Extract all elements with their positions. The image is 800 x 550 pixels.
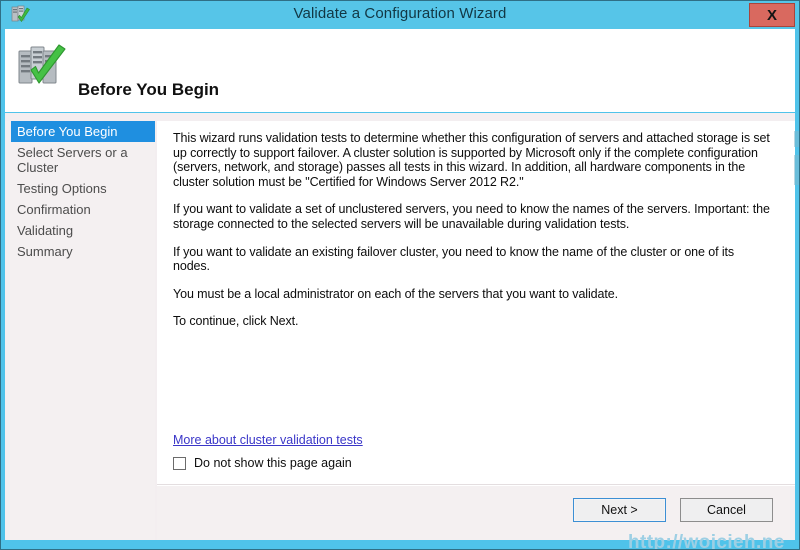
do-not-show-again-row: Do not show this page again [173, 456, 352, 470]
content-text-block: This wizard runs validation tests to det… [173, 131, 773, 342]
sidebar-item-before-you-begin[interactable]: Before You Begin [11, 121, 155, 142]
validate-configuration-wizard-window: Validate a Configuration Wizard X Before… [0, 0, 800, 550]
sidebar-item-testing-options[interactable]: Testing Options [5, 178, 155, 199]
sidebar-item-select-servers-or-cluster[interactable]: Select Servers or a Cluster [5, 142, 155, 178]
cancel-button[interactable]: Cancel [680, 498, 773, 522]
intro-paragraph: This wizard runs validation tests to det… [173, 131, 770, 189]
scrollbar-nub-upper[interactable] [794, 131, 799, 147]
administrator-paragraph: You must be a local administrator on eac… [173, 286, 618, 301]
sidebar-item-validating[interactable]: Validating [5, 220, 155, 241]
wizard-steps-sidebar: Before You Begin Select Servers or a Clu… [5, 121, 155, 540]
more-about-cluster-validation-tests-link[interactable]: More about cluster validation tests [173, 433, 363, 447]
cluster-validate-icon [18, 44, 66, 84]
page-title: Before You Begin [78, 80, 220, 99]
do-not-show-again-label: Do not show this page again [194, 456, 352, 470]
do-not-show-again-checkbox[interactable] [173, 456, 186, 470]
window-title: Validate a Configuration Wizard [293, 5, 507, 22]
unclustered-servers-paragraph: If you want to validate a set of unclust… [173, 202, 770, 231]
close-button[interactable]: X [749, 3, 795, 27]
wizard-body: Before You Begin Select Servers or a Clu… [5, 113, 795, 540]
scrollbar-nub-lower[interactable] [794, 155, 799, 185]
title-bar: Validate a Configuration Wizard X [1, 1, 799, 29]
sidebar-item-confirmation[interactable]: Confirmation [5, 199, 155, 220]
wizard-header: Before You Begin [5, 29, 795, 112]
continue-paragraph: To continue, click Next. [173, 314, 299, 329]
next-button[interactable]: Next > [573, 498, 666, 522]
wizard-button-bar: Next > Cancel [157, 486, 795, 540]
wizard-content-panel: This wizard runs validation tests to det… [157, 121, 795, 485]
link-row: More about cluster validation tests [173, 431, 363, 449]
existing-cluster-paragraph: If you want to validate an existing fail… [173, 244, 735, 274]
sidebar-item-summary[interactable]: Summary [5, 241, 155, 262]
